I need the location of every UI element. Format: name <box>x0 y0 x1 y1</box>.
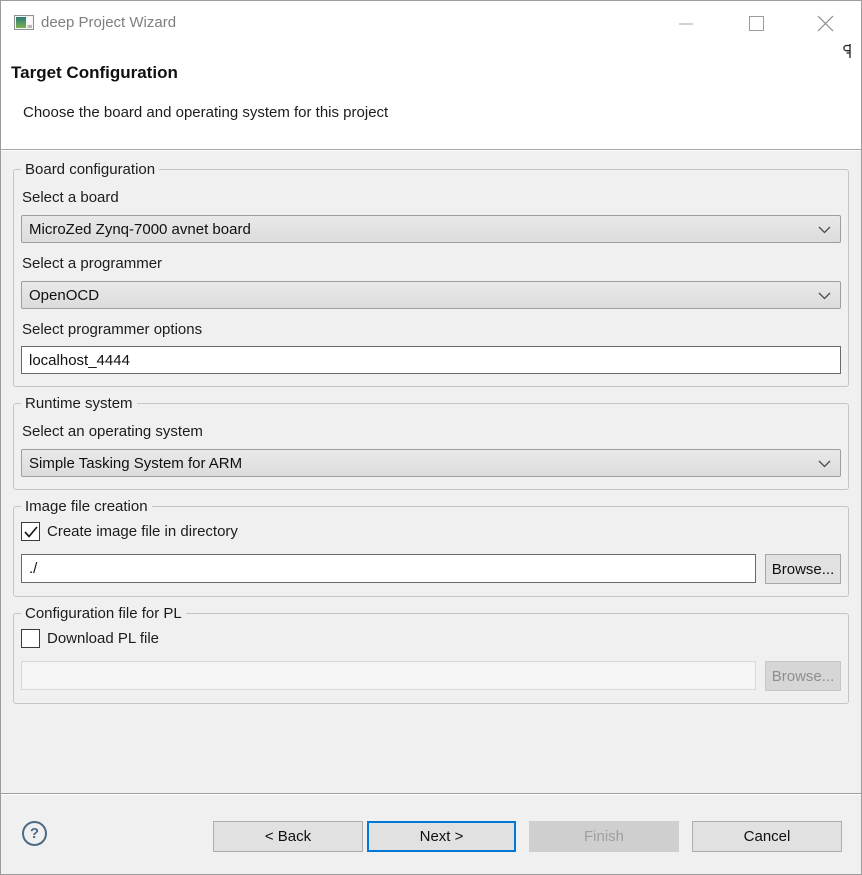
help-button[interactable]: ? <box>22 821 47 846</box>
page-title: Target Configuration <box>11 63 178 83</box>
select-programmer-label: Select a programmer <box>22 255 840 272</box>
os-select[interactable]: Simple Tasking System for ARM <box>21 449 841 477</box>
close-button[interactable] <box>805 9 845 38</box>
cancel-button[interactable]: Cancel <box>692 821 842 852</box>
board-configuration-group: Board configuration Select a board Micro… <box>13 169 849 387</box>
os-select-value: Simple Tasking System for ARM <box>29 455 242 472</box>
next-button[interactable]: Next > <box>367 821 516 852</box>
maximize-button[interactable] <box>736 9 776 38</box>
runtime-system-group: Runtime system Select an operating syste… <box>13 403 849 490</box>
window-title: deep Project Wizard <box>41 14 176 31</box>
select-board-label: Select a board <box>22 189 840 206</box>
wizard-dialog-window: deep Project Wizard Target Configuration… <box>0 0 862 875</box>
page-subtitle: Choose the board and operating system fo… <box>23 104 388 121</box>
chevron-down-icon <box>818 460 831 468</box>
titlebar-and-header: deep Project Wizard Target Configuration… <box>1 1 861 150</box>
help-question-icon: ? <box>30 825 39 842</box>
group-legend: Image file creation <box>21 497 152 516</box>
board-select-value: MicroZed Zynq-7000 avnet board <box>29 221 251 238</box>
chevron-down-icon <box>818 292 831 300</box>
finish-button: Finish <box>529 821 679 852</box>
download-pl-checkbox-row[interactable]: Download PL file <box>21 629 841 648</box>
image-directory-browse-button[interactable]: Browse... <box>765 554 841 584</box>
maximize-icon <box>749 16 764 31</box>
wizard-window-icon <box>14 15 34 30</box>
image-directory-row: Browse... <box>21 554 841 584</box>
pl-file-browse-button: Browse... <box>765 661 841 691</box>
check-icon <box>24 526 38 538</box>
pl-file-input <box>21 661 756 690</box>
minimize-icon <box>679 23 693 25</box>
programmer-select[interactable]: OpenOCD <box>21 281 841 309</box>
create-image-checkbox-label[interactable]: Create image file in directory <box>47 523 238 540</box>
pl-file-row: Browse... <box>21 661 841 691</box>
select-os-label: Select an operating system <box>22 423 840 440</box>
download-pl-checkbox-label[interactable]: Download PL file <box>47 630 159 647</box>
group-legend: Board configuration <box>21 160 159 179</box>
image-file-creation-group: Image file creation Create image file in… <box>13 506 849 597</box>
programmer-options-label: Select programmer options <box>22 321 840 338</box>
create-image-checkbox-row[interactable]: Create image file in directory <box>21 522 841 541</box>
pen-cursor-icon <box>842 43 853 60</box>
group-legend: Runtime system <box>21 394 137 413</box>
wizard-content: Board configuration Select a board Micro… <box>1 151 861 794</box>
group-legend: Configuration file for PL <box>21 604 186 623</box>
wizard-button-bar: ? < Back Next > Finish Cancel <box>1 795 861 874</box>
close-icon <box>817 15 834 32</box>
programmer-options-input[interactable] <box>21 346 841 374</box>
board-select[interactable]: MicroZed Zynq-7000 avnet board <box>21 215 841 243</box>
create-image-checkbox[interactable] <box>21 522 40 541</box>
image-directory-input[interactable] <box>21 554 756 583</box>
minimize-button[interactable] <box>666 9 706 38</box>
pl-configuration-group: Configuration file for PL Download PL fi… <box>13 613 849 704</box>
chevron-down-icon <box>818 226 831 234</box>
programmer-select-value: OpenOCD <box>29 287 99 304</box>
download-pl-checkbox[interactable] <box>21 629 40 648</box>
back-button[interactable]: < Back <box>213 821 363 852</box>
